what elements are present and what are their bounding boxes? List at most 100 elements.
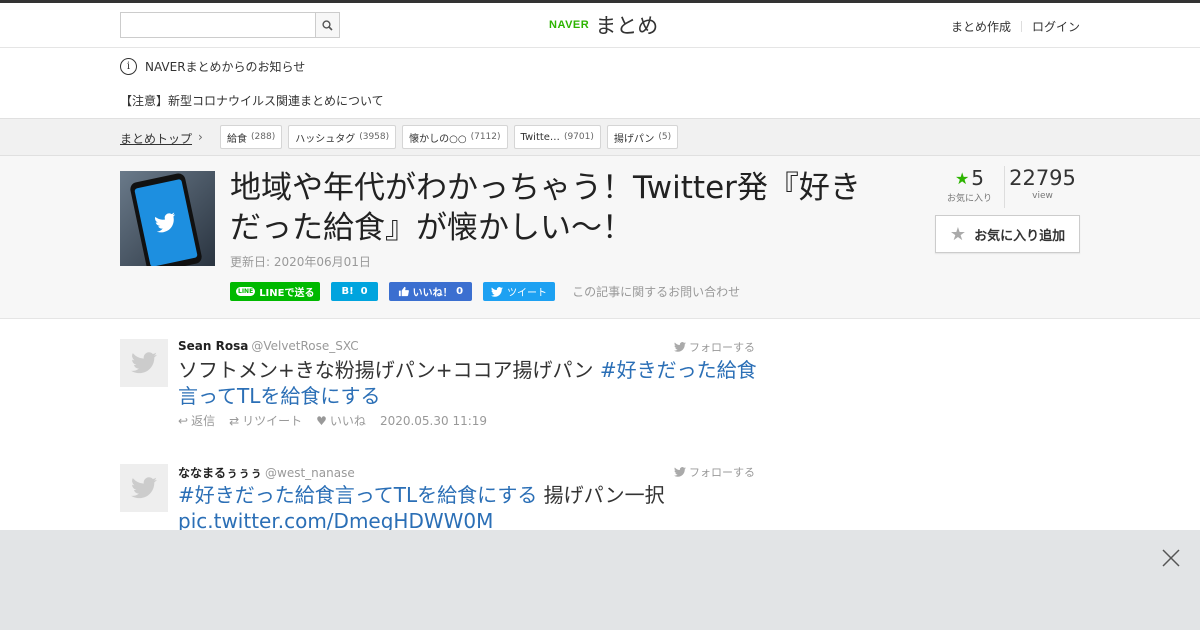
like-button[interactable]: ♥ いいね (316, 412, 366, 429)
tag-item[interactable]: ハッシュタグ (3958) (288, 125, 397, 149)
avatar[interactable] (120, 339, 168, 387)
twitter-bird-icon (491, 286, 504, 297)
tweet-text-plain: ソフトメン+きな粉揚げパン+ココア揚げパン (178, 358, 600, 382)
favorite-label: お気に入り (946, 194, 992, 204)
tweet-button-label: ツイート (507, 288, 548, 299)
tag-count: (288) (251, 132, 276, 142)
tweet-author-name[interactable]: ななまるぅぅぅ (178, 466, 262, 480)
notice-title: NAVERまとめからのお知らせ (145, 60, 306, 74)
article-thumbnail (120, 171, 215, 266)
search-input[interactable] (121, 13, 315, 37)
phone-screen (134, 178, 198, 266)
site-logo[interactable]: NAVER まとめ (549, 11, 658, 39)
avatar[interactable] (120, 464, 168, 512)
tweet-text: #好きだった給食言ってTLを給食にする 揚げパン一択 pic.twitter.co… (178, 482, 758, 534)
add-favorite-button[interactable]: ★ お気に入り追加 (935, 215, 1080, 253)
reply-icon: ↩ (178, 413, 189, 428)
bottom-ad-overlay (0, 530, 1200, 630)
article-stats: ★ 5 お気に入り 22795 view (935, 166, 1080, 208)
favorite-count: 5 (971, 166, 985, 190)
login-link[interactable]: ログイン (1032, 18, 1080, 35)
tweet-header: Sean Rosa @VelvetRose_SXC フォローする (178, 339, 758, 355)
twitter-bird-icon (674, 467, 686, 477)
tweet-text-plain: 揚げパン一択 (537, 483, 665, 507)
heart-icon: ♥ (316, 413, 327, 428)
tag-label: 懐かしの○○ (409, 133, 467, 145)
hatena-bookmark-button[interactable]: B! 0 (331, 282, 378, 301)
star-icon: ★ (954, 168, 970, 188)
line-share-label: LINEで送る (259, 288, 315, 299)
tweet-card: ななまるぅぅぅ @west_nanase フォローする #好きだった給食言ってTL… (120, 464, 760, 533)
thumbs-up-icon (398, 286, 409, 297)
article-title: 地域や年代がわかっちゃう！Twitter発『好きだった給食』が懐かしい～！ (230, 170, 861, 246)
view-count-box: 22795 view (1005, 166, 1080, 208)
facebook-like-button[interactable]: いいね！ 0 (388, 282, 473, 301)
tweet-text: ソフトメン+きな粉揚げパン+ココア揚げパン #好きだった給食言ってTLを給食にす… (178, 357, 758, 409)
tag-item[interactable]: 懐かしの○○ (7112) (402, 125, 508, 149)
reply-button[interactable]: ↩ 返信 (178, 412, 215, 429)
tweet-actions: ↩ 返信 ⇄ リツイート ♥ いいね 2020.05.30 11:19 (178, 412, 758, 429)
retweet-icon: ⇄ (229, 413, 240, 428)
tag-item[interactable]: Twitte… (9701) (513, 125, 601, 149)
search-button[interactable] (315, 13, 339, 37)
twitter-bird-icon (131, 477, 157, 499)
tweet-header: ななまるぅぅぅ @west_nanase フォローする (178, 464, 758, 480)
chevron-right-icon: › (198, 130, 203, 144)
close-icon[interactable] (1160, 547, 1182, 569)
tag-label: 給食 (227, 133, 247, 145)
follow-button[interactable]: フォローする (674, 464, 755, 480)
view-count: 22795 (1009, 166, 1076, 190)
tweet-body: Sean Rosa @VelvetRose_SXC フォローする ソフトメン+きな… (178, 339, 758, 429)
create-matome-link[interactable]: まとめ作成 (951, 18, 1011, 35)
line-share-button[interactable]: LINE LINEで送る (230, 282, 321, 301)
tweet-timestamp[interactable]: 2020.05.30 11:19 (380, 414, 487, 428)
tag-count: (5) (658, 132, 672, 142)
tweet-card: Sean Rosa @VelvetRose_SXC フォローする ソフトメン+きな… (120, 339, 760, 439)
twitter-bird-icon (131, 352, 157, 374)
tag-label: 揚げパン (613, 133, 655, 145)
retweet-label: リツイート (242, 414, 303, 428)
tag-count: (7112) (470, 132, 501, 142)
follow-label: フォローする (689, 466, 755, 479)
twitter-bird-icon (154, 212, 176, 233)
info-icon: i (120, 58, 137, 75)
tweet-body: ななまるぅぅぅ @west_nanase フォローする #好きだった給食言ってTL… (178, 464, 758, 534)
tag-count: (9701) (563, 132, 594, 142)
breadcrumb-bar: まとめトップ › 給食 (288) ハッシュタグ (3958) 懐かしの○○ (711… (0, 118, 1200, 156)
tweet-author-handle[interactable]: @VelvetRose_SXC (251, 339, 358, 353)
retweet-button[interactable]: ⇄ リツイート (229, 412, 302, 429)
hatena-count: 0 (360, 286, 368, 297)
follow-button[interactable]: フォローする (674, 339, 755, 355)
breadcrumb-top-link[interactable]: まとめトップ (120, 130, 192, 147)
hashtag-link[interactable]: #好きだった給食言ってTLを給食にする (178, 483, 537, 507)
star-outline-icon: ★ (949, 223, 967, 245)
tag-label: ハッシュタグ (295, 133, 356, 145)
favorite-count-box: ★ 5 お気に入り (935, 166, 1005, 208)
tweet-button[interactable]: ツイート (483, 282, 556, 301)
header-links: まとめ作成 ログイン (951, 18, 1080, 35)
tweet-author-name[interactable]: Sean Rosa (178, 339, 248, 353)
tag-label: Twitte… (520, 131, 560, 143)
share-buttons: LINE LINEで送る B! 0 いいね！ 0 ツイート この記事に関するお問い… (230, 282, 740, 301)
facebook-like-label: いいね！ (412, 288, 453, 299)
line-icon: LINE (236, 287, 256, 296)
facebook-like-count: 0 (456, 286, 464, 297)
logo-naver: NAVER (549, 19, 590, 31)
view-label: view (1032, 191, 1053, 201)
logo-matome: まとめ (595, 14, 659, 38)
like-label: いいね (329, 414, 366, 428)
tweet-author-handle[interactable]: @west_nanase (265, 466, 355, 480)
notice-item-link[interactable]: 【注意】新型コロナウイルス関連まとめについて (120, 92, 384, 109)
follow-label: フォローする (689, 341, 755, 354)
header-link-divider (1020, 21, 1022, 32)
tag-item[interactable]: 給食 (288) (220, 125, 283, 149)
tag-item[interactable]: 揚げパン (5) (606, 125, 679, 149)
tag-count: (3958) (359, 132, 390, 142)
reply-label: 返信 (191, 414, 216, 428)
search-icon (322, 19, 333, 31)
add-favorite-label: お気に入り追加 (974, 228, 1066, 244)
hatena-icon: B! (341, 286, 354, 297)
article-header: 地域や年代がわかっちゃう！Twitter発『好きだった給食』が懐かしい～！ 更新… (0, 156, 1200, 319)
contact-link[interactable]: この記事に関するお問い合わせ (572, 283, 740, 300)
tag-list: 給食 (288) ハッシュタグ (3958) 懐かしの○○ (7112) Twitte… (220, 125, 679, 149)
